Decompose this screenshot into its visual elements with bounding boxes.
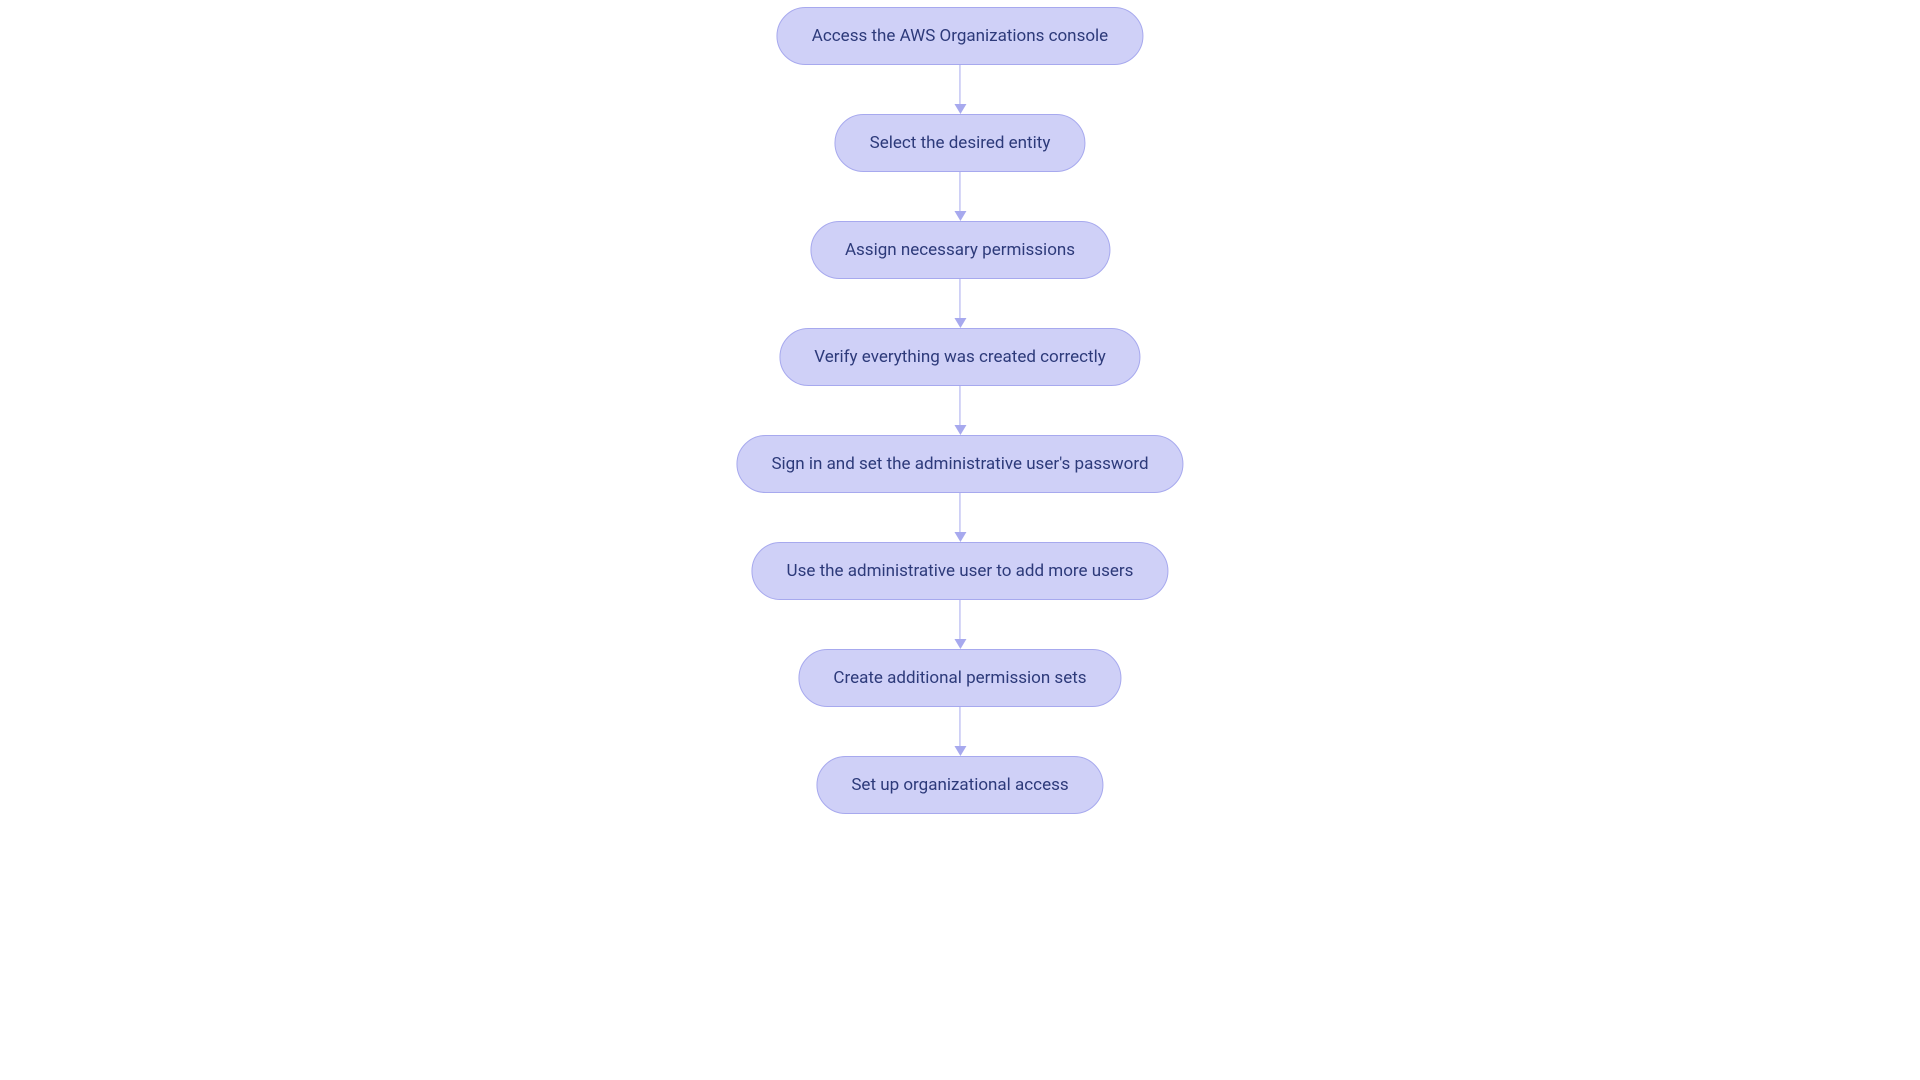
arrow-down-icon bbox=[954, 425, 966, 435]
flow-node-label: Set up organizational access bbox=[851, 775, 1068, 795]
flow-node-label: Assign necessary permissions bbox=[845, 240, 1075, 260]
flow-node-2: Assign necessary permissions bbox=[810, 221, 1110, 279]
arrow-down-icon bbox=[954, 532, 966, 542]
flow-node-6: Create additional permission sets bbox=[798, 649, 1121, 707]
flow-node-label: Select the desired entity bbox=[870, 133, 1051, 153]
arrow-line bbox=[959, 386, 960, 425]
flow-node-5: Use the administrative user to add more … bbox=[752, 542, 1169, 600]
arrow-line bbox=[959, 707, 960, 746]
flow-node-7: Set up organizational access bbox=[816, 756, 1103, 814]
arrow-down-icon bbox=[954, 746, 966, 756]
flow-arrow bbox=[953, 172, 967, 221]
flow-node-label: Use the administrative user to add more … bbox=[787, 561, 1134, 581]
flow-node-label: Create additional permission sets bbox=[833, 668, 1086, 688]
arrow-down-icon bbox=[954, 318, 966, 328]
flow-node-1: Select the desired entity bbox=[835, 114, 1086, 172]
flow-node-3: Verify everything was created correctly bbox=[779, 328, 1141, 386]
flow-arrow bbox=[953, 600, 967, 649]
flow-node-label: Access the AWS Organizations console bbox=[812, 26, 1108, 46]
flow-arrow bbox=[953, 707, 967, 756]
flow-arrow bbox=[953, 493, 967, 542]
arrow-line bbox=[959, 65, 960, 104]
arrow-line bbox=[959, 172, 960, 211]
arrow-line bbox=[959, 600, 960, 639]
arrow-down-icon bbox=[954, 639, 966, 649]
flowchart-container: Access the AWS Organizations console Sel… bbox=[736, 7, 1183, 814]
flow-node-label: Verify everything was created correctly bbox=[814, 347, 1106, 367]
flow-node-0: Access the AWS Organizations console bbox=[777, 7, 1143, 65]
arrow-down-icon bbox=[954, 211, 966, 221]
flow-arrow bbox=[953, 386, 967, 435]
arrow-down-icon bbox=[954, 104, 966, 114]
arrow-line bbox=[959, 493, 960, 532]
flow-arrow bbox=[953, 279, 967, 328]
flow-node-label: Sign in and set the administrative user'… bbox=[771, 454, 1148, 474]
flow-arrow bbox=[953, 65, 967, 114]
arrow-line bbox=[959, 279, 960, 318]
flow-node-4: Sign in and set the administrative user'… bbox=[736, 435, 1183, 493]
